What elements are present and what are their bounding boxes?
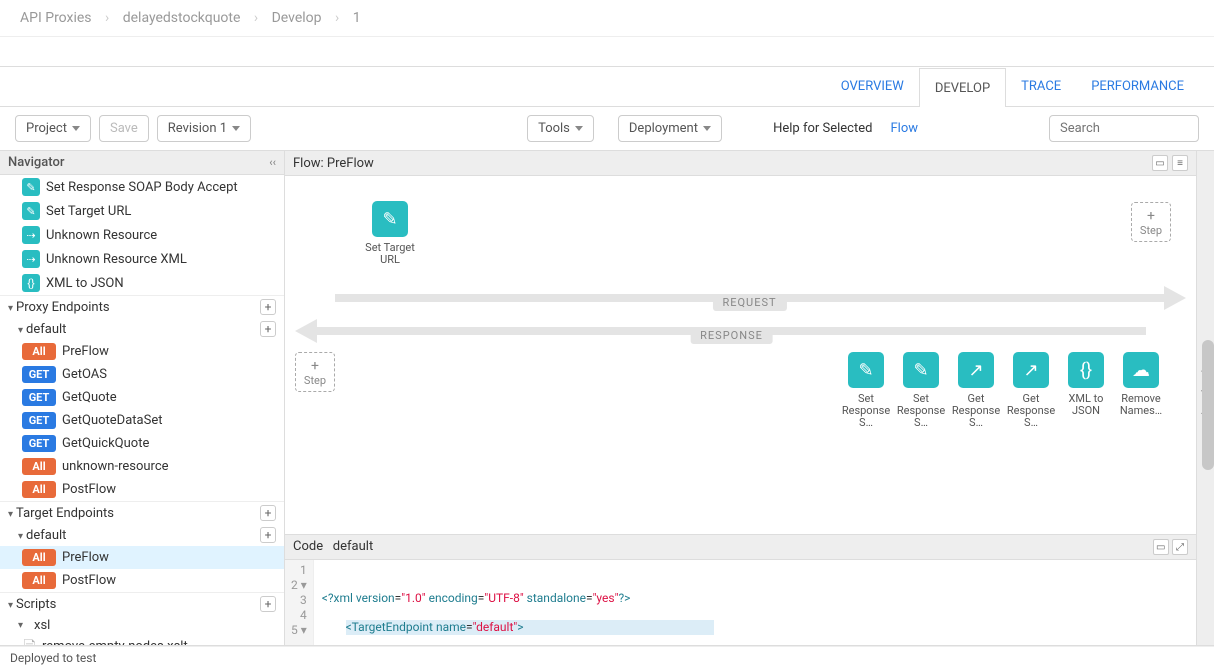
flow-item-getquickquote[interactable]: GET GetQuickQuote [0, 432, 284, 455]
flow-item-getoas[interactable]: GET GetOAS [0, 363, 284, 386]
script-file[interactable]: remove-empty-nodes.xslt [0, 636, 284, 645]
code-subtitle: default [333, 539, 373, 554]
proxy-endpoints-header[interactable]: ▾Proxy Endpoints + [0, 295, 284, 318]
xsl-folder[interactable]: ▾xsl [0, 615, 284, 636]
breadcrumb: API Proxies › delayedstockquote › Develo… [0, 0, 1214, 37]
add-script-button[interactable]: + [260, 596, 276, 612]
chevron-down-icon [703, 126, 711, 131]
policy-icon: ✎ [22, 178, 40, 196]
file-icon [22, 639, 36, 645]
save-button[interactable]: Save [99, 115, 149, 142]
target-flow-postflow[interactable]: All PostFlow [0, 569, 284, 592]
flow-title: Flow: PreFlow [293, 156, 374, 171]
json-icon: {} [1068, 352, 1104, 388]
pencil-icon: ✎ [372, 201, 408, 237]
policy-item[interactable]: {} XML to JSON [0, 271, 284, 295]
flow-item-unknown[interactable]: All unknown-resource [0, 455, 284, 478]
breadcrumb-item-proxies[interactable]: API Proxies [20, 10, 92, 26]
policy-item[interactable]: ⇢ Unknown Resource XML [0, 247, 284, 271]
policy-icon: ✎ [22, 202, 40, 220]
target-flow-preflow[interactable]: All PreFlow [0, 546, 284, 569]
search-input[interactable] [1049, 115, 1199, 142]
response-policy-node[interactable]: ✎ Set Response S… [891, 352, 951, 429]
add-step-button[interactable]: + Step [295, 352, 335, 392]
flow-item-preflow[interactable]: All PreFlow [0, 340, 284, 363]
code-header: Code default ▭ ⤢ [285, 534, 1196, 561]
project-button[interactable]: Project [15, 115, 91, 142]
response-policy-node[interactable]: ↗ Get Response S… [946, 352, 1006, 429]
add-target-flow-button[interactable]: + [260, 527, 276, 543]
tools-button[interactable]: Tools [527, 115, 594, 142]
json-icon: {} [22, 274, 40, 292]
cloud-icon: ☁ [1123, 352, 1159, 388]
flow-item-getquotedataset[interactable]: GET GetQuoteDataSet [0, 409, 284, 432]
code-title: Code [293, 539, 323, 554]
target-default-header[interactable]: ▾default + [0, 524, 284, 546]
policy-item[interactable]: ⇢ Unknown Resource [0, 223, 284, 247]
response-policy-node[interactable]: ☁ Remove Names… [1111, 352, 1171, 417]
arrow-right-icon [1164, 286, 1186, 310]
add-proxy-flow-button[interactable]: + [260, 321, 276, 337]
navigator-panel: Navigator ‹‹ ✎ Set Response SOAP Body Ac… [0, 151, 285, 645]
request-policy-node[interactable]: ✎ Set Target URL [360, 201, 420, 266]
tab-develop[interactable]: DEVELOP [919, 68, 1006, 107]
proxy-default-header[interactable]: ▾default + [0, 318, 284, 340]
chevron-down-icon [232, 126, 240, 131]
response-policy-node[interactable]: ✎ Set Response S… [836, 352, 896, 429]
scripts-header[interactable]: ▾Scripts + [0, 592, 284, 615]
chevron-down-icon [72, 126, 80, 131]
add-target-endpoint-button[interactable]: + [260, 505, 276, 521]
revision-button[interactable]: Revision 1 [157, 115, 251, 142]
flow-item-postflow[interactable]: All PostFlow [0, 478, 284, 501]
policy-icon: ⇢ [22, 226, 40, 244]
layout-icon[interactable]: ▭ [1152, 155, 1168, 171]
deployment-button[interactable]: Deployment [618, 115, 722, 142]
breadcrumb-item-revision: 1 [353, 10, 361, 26]
navigator-title: Navigator [8, 155, 64, 170]
tab-overview[interactable]: OVERVIEW [826, 67, 919, 106]
code-editor[interactable]: 1 2 ▾ 3 4 5 ▾ <?xml version="1.0" encodi… [285, 560, 1196, 645]
policy-icon: ⇢ [22, 250, 40, 268]
response-policy-node[interactable]: ↗ Get Response S… [1001, 352, 1061, 429]
tab-trace[interactable]: TRACE [1006, 67, 1076, 106]
target-endpoints-header[interactable]: ▾Target Endpoints + [0, 501, 284, 524]
response-policy-node[interactable]: {} XML to JSON [1056, 352, 1116, 417]
add-step-button[interactable]: + Step [1131, 202, 1171, 242]
arrow-left-icon [295, 319, 317, 343]
layout-icon[interactable]: ▭ [1153, 539, 1169, 555]
breadcrumb-item-develop[interactable]: Develop [272, 10, 322, 26]
expand-icon[interactable]: ⤢ [1172, 539, 1188, 555]
response-label: RESPONSE [690, 327, 773, 344]
share-icon: ↗ [1013, 352, 1049, 388]
toolbar: Project Save Revision 1 Tools Deployment… [0, 107, 1214, 151]
policy-item[interactable]: ✎ Set Target URL [0, 199, 284, 223]
flow-help-link[interactable]: Flow [890, 121, 918, 136]
expand-icon[interactable]: ≡ [1172, 155, 1188, 171]
share-icon: ↗ [958, 352, 994, 388]
pencil-icon: ✎ [848, 352, 884, 388]
collapse-navigator-icon[interactable]: ‹‹ [269, 156, 276, 169]
flow-canvas: ✎ Set Target URL + Step REQUEST RESPONSE… [285, 176, 1196, 534]
tab-performance[interactable]: PERFORMANCE [1076, 67, 1199, 106]
flow-item-getquote[interactable]: GET GetQuote [0, 386, 284, 409]
tab-bar: OVERVIEW DEVELOP TRACE PERFORMANCE [0, 67, 1214, 107]
breadcrumb-item-proxy[interactable]: delayedstockquote [123, 10, 241, 26]
help-label: Help for Selected [773, 121, 872, 136]
status-bar: Deployed to test [0, 646, 1214, 669]
request-label: REQUEST [712, 294, 786, 311]
add-proxy-endpoint-button[interactable]: + [260, 299, 276, 315]
policy-item[interactable]: ✎ Set Response SOAP Body Accept [0, 175, 284, 199]
chevron-down-icon [575, 126, 583, 131]
pencil-icon: ✎ [903, 352, 939, 388]
